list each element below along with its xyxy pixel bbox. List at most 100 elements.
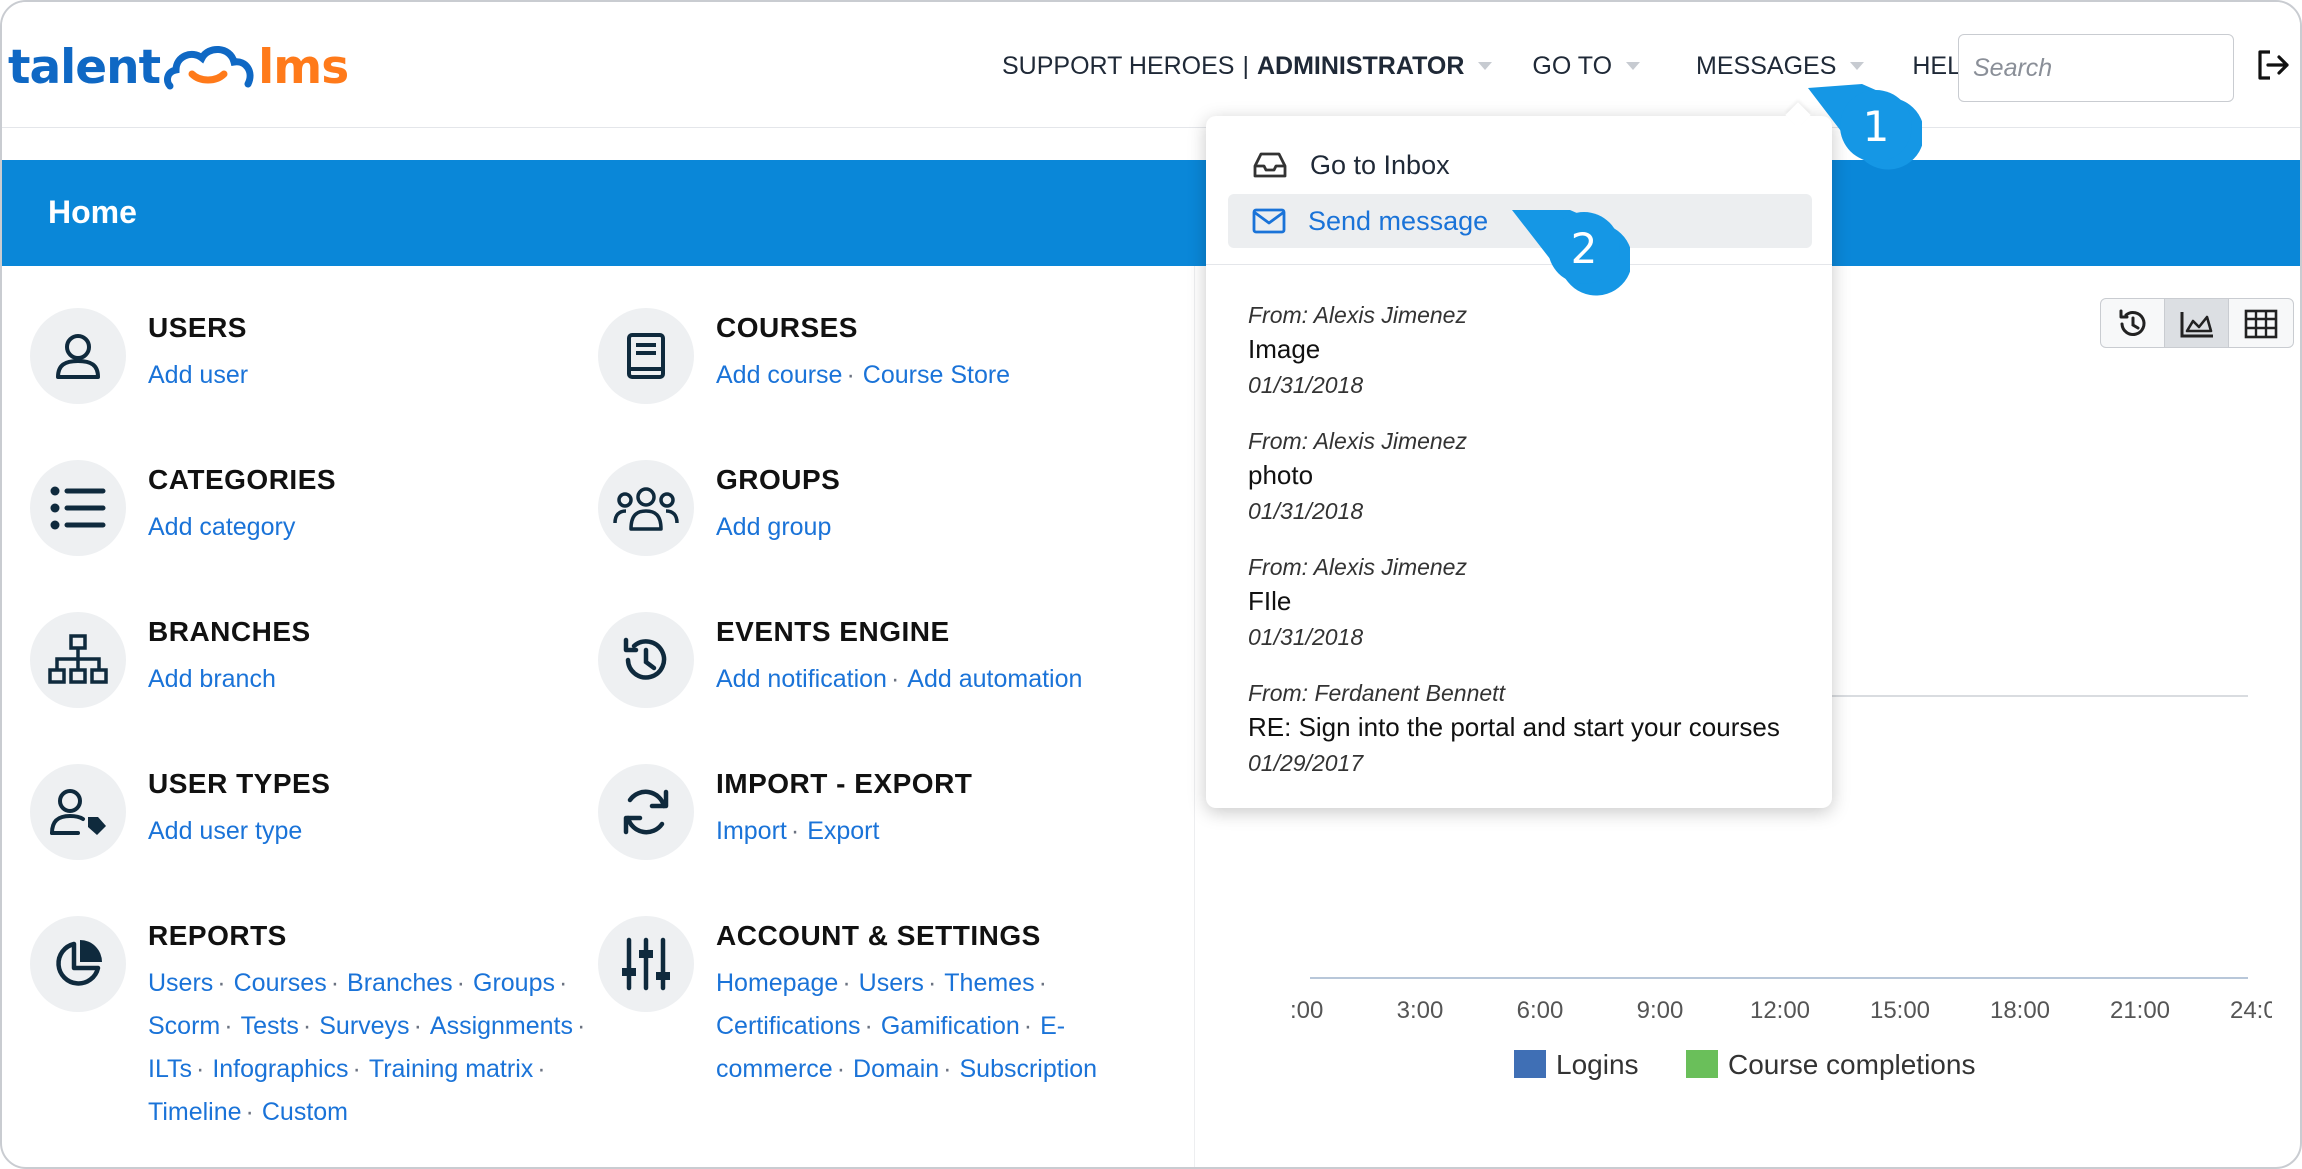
talentlms-logo[interactable]: talent lms — [8, 32, 349, 102]
x-tick-label: 12:00 — [1750, 997, 1810, 1024]
tile-title: IMPORT - EXPORT — [716, 768, 973, 799]
link-separator: · — [1038, 969, 1047, 997]
settings-homepage-link[interactable]: Homepage — [716, 969, 838, 997]
user-role: ADMINISTRATOR — [1256, 51, 1465, 80]
settings-gamification-link[interactable]: Gamification — [881, 1012, 1020, 1040]
tile-links: Add branch — [148, 658, 276, 701]
history-icon — [2119, 309, 2145, 336]
tile-title: EVENTS ENGINE — [716, 616, 950, 647]
settings-themes-link[interactable]: Themes — [944, 969, 1034, 997]
goto-menu[interactable]: GO TO — [1532, 52, 1641, 81]
reports-courses-link[interactable]: Courses — [234, 969, 327, 997]
reports-assignments-link[interactable]: Assignments — [430, 1012, 573, 1040]
tile-links: Homepage · Users · Themes · Certifications · Ga… — [716, 962, 1097, 1091]
links-row: Timeline · Custom — [148, 1091, 593, 1134]
book-icon — [598, 308, 694, 404]
link-separator: · — [245, 1098, 254, 1126]
tile-title: ACCOUNT & SETTINGS — [716, 920, 1041, 951]
reports-surveys-link[interactable]: Surveys — [319, 1012, 409, 1040]
link-separator: · — [846, 361, 855, 389]
link-separator: · — [577, 1012, 586, 1040]
tile-title: COURSES — [716, 312, 858, 343]
add-user-type-link[interactable]: Add user type — [148, 817, 302, 845]
links-row: Certifications · Gamification · E- — [716, 1005, 1097, 1048]
add-notification-link[interactable]: Add notification — [716, 665, 887, 693]
table-view-button[interactable] — [2229, 299, 2293, 347]
settings-users-link[interactable]: Users — [859, 969, 924, 997]
timeline-view-button[interactable] — [2101, 299, 2165, 347]
import-link[interactable]: Import — [716, 817, 787, 845]
tile-links: Add user — [148, 354, 248, 397]
chart-view-button[interactable] — [2165, 299, 2229, 347]
user-menu[interactable]: SUPPORT HEROES | ADMINISTRATOR — [1002, 51, 1493, 81]
reports-timeline-link[interactable]: Timeline — [148, 1098, 242, 1126]
link-separator: · — [836, 1055, 846, 1083]
message-preview[interactable]: From: Alexis Jimenez photo 01/31/2018 — [1248, 426, 1808, 528]
cloud-logo-icon — [164, 46, 254, 90]
inbox-icon — [1253, 152, 1287, 178]
search-input[interactable] — [1958, 34, 2234, 102]
chevron-down-icon — [1478, 62, 1493, 70]
reports-users-link[interactable]: Users — [148, 969, 213, 997]
message-preview[interactable]: From: Alexis Jimenez FIle 01/31/2018 — [1248, 552, 1808, 654]
add-branch-link[interactable]: Add branch — [148, 665, 276, 693]
column-divider — [1194, 266, 1195, 1167]
message-date: 01/31/2018 — [1248, 624, 1364, 650]
messages-menu[interactable]: MESSAGES — [1696, 51, 1865, 81]
course-store-link[interactable]: Course Store — [863, 361, 1010, 389]
go-to-inbox-item[interactable]: Go to Inbox — [1228, 138, 1812, 192]
export-link[interactable]: Export — [807, 817, 879, 845]
messages-label: MESSAGES — [1696, 51, 1837, 80]
message-sender: From: Alexis Jimenez — [1248, 428, 1467, 454]
add-automation-link[interactable]: Add automation — [907, 665, 1082, 693]
x-tick-label: 24:00 — [2230, 997, 2272, 1024]
links-row: ILTs · Infographics · Training matrix · — [148, 1048, 593, 1091]
add-course-link[interactable]: Add course — [716, 361, 842, 389]
links-row: Homepage · Users · Themes · — [716, 962, 1097, 1005]
links-row: commerce · Domain · Subscription — [716, 1048, 1097, 1091]
link-separator: · — [790, 817, 800, 845]
message-preview[interactable]: From: Ferdanent Bennett RE: Sign into th… — [1248, 678, 1808, 780]
links-row: Users · Courses · Branches · Groups · — [148, 962, 593, 1005]
chevron-down-icon — [1626, 62, 1641, 70]
go-to-inbox-label: Go to Inbox — [1310, 149, 1450, 180]
reports-training-matrix-link[interactable]: Training matrix — [369, 1055, 533, 1083]
message-preview[interactable]: From: Alexis Jimenez Image 01/31/2018 — [1248, 300, 1808, 402]
logout-icon[interactable] — [2254, 46, 2292, 84]
home-banner: Home — [2, 160, 2300, 266]
link-separator: · — [456, 969, 465, 997]
settings-ecommerce-link-cont[interactable]: commerce — [716, 1055, 833, 1083]
reports-infographics-link[interactable]: Infographics — [212, 1055, 348, 1083]
settings-domain-link[interactable]: Domain — [853, 1055, 939, 1083]
link-separator: · — [302, 1012, 312, 1040]
settings-certifications-link[interactable]: Certifications — [716, 1012, 861, 1040]
pie-chart-icon — [30, 916, 126, 1012]
reports-tests-link[interactable]: Tests — [241, 1012, 299, 1040]
reports-groups-link[interactable]: Groups — [473, 969, 555, 997]
message-sender: From: Alexis Jimenez — [1248, 302, 1467, 328]
reports-scorm-link[interactable]: Scorm — [148, 1012, 220, 1040]
user-icon — [30, 308, 126, 404]
tile-links: Add user type — [148, 810, 302, 853]
x-tick-label: 9:00 — [1637, 997, 1684, 1024]
tile-links: Add category — [148, 506, 295, 549]
link-separator: · — [1023, 1012, 1033, 1040]
chart-view-toolbar — [2100, 298, 2294, 348]
add-user-link[interactable]: Add user — [148, 361, 248, 389]
user-name: SUPPORT HEROES — [1002, 51, 1235, 80]
callout-badge-1: 1 — [1808, 84, 1922, 170]
group-icon — [598, 460, 694, 556]
link-separator: · — [890, 665, 900, 693]
settings-ecommerce-link[interactable]: E- — [1040, 1012, 1065, 1040]
reports-ilts-link[interactable]: ILTs — [148, 1055, 192, 1083]
user-tag-icon — [30, 764, 126, 860]
reports-branches-link[interactable]: Branches — [347, 969, 453, 997]
chevron-down-icon — [1850, 62, 1865, 70]
table-icon — [2244, 309, 2278, 339]
reports-custom-link[interactable]: Custom — [262, 1098, 348, 1126]
add-group-link[interactable]: Add group — [716, 513, 831, 541]
settings-subscription-link[interactable]: Subscription — [960, 1055, 1098, 1083]
link-separator: · — [558, 969, 568, 997]
callout-badge-2: 2 — [1512, 210, 1630, 296]
add-category-link[interactable]: Add category — [148, 513, 295, 541]
